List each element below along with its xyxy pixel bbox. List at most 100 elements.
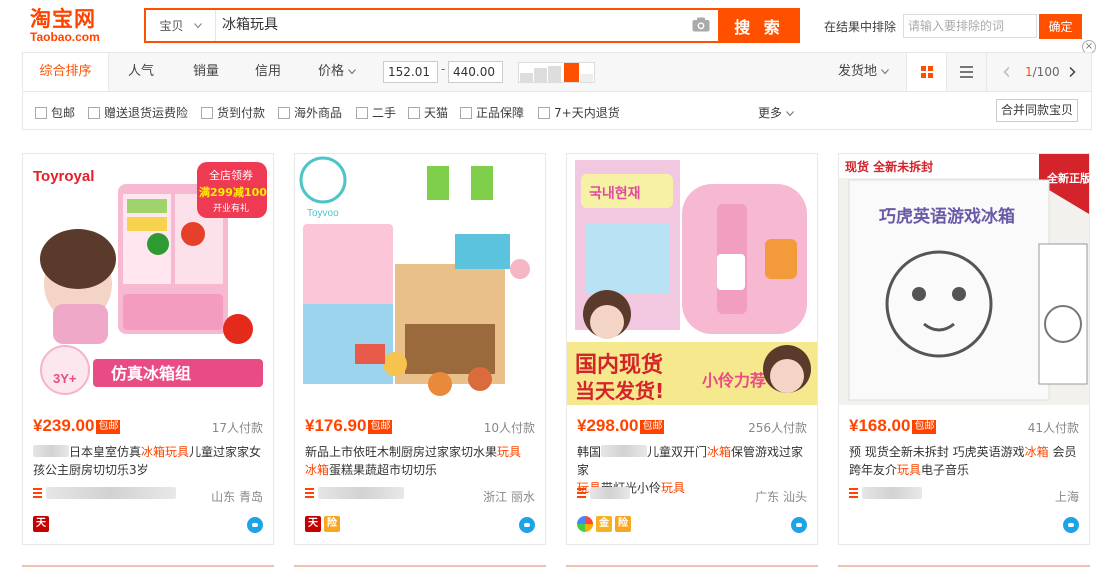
chevron-down-icon xyxy=(193,22,202,28)
gold-icon[interactable]: 金 xyxy=(596,516,612,532)
price: ¥239.00 包邮 xyxy=(33,416,121,436)
next-row-card-edge xyxy=(22,565,274,569)
search-input[interactable]: 冰箱玩具 xyxy=(222,10,278,41)
price-value: ¥298.00 xyxy=(577,416,639,435)
checkbox[interactable] xyxy=(408,106,420,119)
grid-view-button[interactable] xyxy=(906,53,946,91)
chevron-down-icon xyxy=(881,69,890,75)
price-min-input[interactable]: 152.01 xyxy=(383,61,438,83)
blurred-text xyxy=(601,445,648,457)
product-image[interactable]: Toyroyal 全店领券 满299减100 开业有礼 仿真冰箱组 3Y+ xyxy=(23,154,273,405)
shop-link[interactable] xyxy=(849,487,922,499)
filter-7day-return[interactable]: 7+天内退货 xyxy=(538,104,620,121)
shop-link[interactable] xyxy=(33,487,176,499)
product-card[interactable]: Toyroyal 全店领券 满299减100 开业有礼 仿真冰箱组 3Y+ ¥2… xyxy=(22,153,274,545)
image-header: 现货 全新未拆封 xyxy=(845,159,933,174)
checkbox[interactable] xyxy=(538,106,550,119)
product-card[interactable]: 국내현재 国内现货 当天发货! 小伶力荐 ¥298.00 包邮 256人付款 韩国… xyxy=(566,153,818,545)
more-filters[interactable]: 更多 xyxy=(758,104,794,121)
insurance-icon[interactable]: 险 xyxy=(324,516,340,532)
wangwang-chat-icon[interactable] xyxy=(1063,517,1079,533)
sort-popularity[interactable]: 人气 xyxy=(128,53,154,91)
product-image[interactable]: 现货 全新未拆封 全新正版 巧虎英语游戏冰箱 xyxy=(839,154,1089,405)
product-title[interactable]: 日本皇室仿真冰箱玩具儿童过家家女孩公主厨房切切乐3岁 xyxy=(33,443,265,479)
checkbox[interactable] xyxy=(201,106,213,119)
free-shipping-tag: 包邮 xyxy=(912,420,937,434)
brand-icon[interactable] xyxy=(577,516,593,532)
title-part: 儿童双开门 xyxy=(647,445,708,459)
product-title[interactable]: 预 现货全新未拆封 巧虎英语游戏冰箱 会员跨年友介玩具电子音乐 xyxy=(849,443,1081,479)
insurance-icon[interactable]: 险 xyxy=(615,516,631,532)
product-card[interactable]: Toyvoo ¥176.90 包邮 10人付款 新品上市依旺木制厨房过家家切水果玩… xyxy=(294,153,546,545)
location-label: 发货地 xyxy=(838,64,878,79)
filter-overseas[interactable]: 海外商品 xyxy=(278,104,342,121)
promo-sub: 开业有礼 xyxy=(213,202,249,214)
title-part: 电子音乐 xyxy=(921,463,970,477)
product-card[interactable]: 现货 全新未拆封 全新正版 巧虎英语游戏冰箱 ¥168.00 包邮 41人付款 预… xyxy=(838,153,1090,545)
title-highlight: 玩具 xyxy=(497,445,522,459)
filter-secondhand[interactable]: 二手 xyxy=(356,104,396,121)
search-scope-dropdown[interactable]: 宝贝 xyxy=(146,10,216,41)
title-part: 日本皇室仿真 xyxy=(69,445,142,459)
sort-price-label: 价格 xyxy=(318,64,345,79)
price: ¥176.90 包邮 xyxy=(305,416,393,436)
price-range-histogram[interactable] xyxy=(518,62,595,83)
filter-label: 海外商品 xyxy=(294,106,343,120)
title-highlight: 冰箱 xyxy=(305,463,330,477)
image-caption-2: 当天发货! xyxy=(575,379,664,403)
chevron-right-icon[interactable] xyxy=(1069,67,1076,77)
filter-tmall[interactable]: 天猫 xyxy=(408,104,448,121)
product-title[interactable]: 新品上市依旺木制厨房过家家切水果玩具 冰箱蛋糕果蔬超市切切乐 xyxy=(305,443,537,479)
more-label: 更多 xyxy=(758,106,783,120)
filter-return-insurance[interactable]: 赠送退货运费险 xyxy=(88,104,188,121)
taobao-logo[interactable]: 淘宝网 Taobao.com xyxy=(30,8,120,44)
title-part: 韩国 xyxy=(577,445,602,459)
sort-credit[interactable]: 信用 xyxy=(255,53,281,91)
filter-label: 包邮 xyxy=(51,106,76,120)
product-image[interactable]: 국내현재 国内现货 当天发货! 小伶力荐 xyxy=(567,154,817,405)
tmall-icon[interactable]: 天 xyxy=(33,516,49,532)
checkbox[interactable] xyxy=(460,106,472,119)
price-value: ¥176.90 xyxy=(305,416,367,435)
camera-icon[interactable] xyxy=(692,17,710,32)
image-caption: 国内现货 xyxy=(575,352,663,378)
ship-location: 广东 汕头 xyxy=(755,490,807,504)
tmall-icon[interactable]: 天 xyxy=(305,516,321,532)
wangwang-chat-icon[interactable] xyxy=(519,517,535,533)
filter-genuine[interactable]: 正品保障 xyxy=(460,104,524,121)
wangwang-chat-icon[interactable] xyxy=(791,517,807,533)
checkbox[interactable] xyxy=(356,106,368,119)
blurred-shop-name xyxy=(46,487,176,499)
buyer-count: 41人付款 xyxy=(1027,421,1079,435)
checkbox[interactable] xyxy=(35,106,47,119)
free-shipping-tag: 包邮 xyxy=(96,420,121,434)
ship-location: 上海 xyxy=(1054,490,1079,504)
filter-free-shipping[interactable]: 包邮 xyxy=(35,104,75,121)
image-caption: 仿真冰箱组 xyxy=(111,364,191,383)
pager: 1/100 xyxy=(986,53,1093,91)
sort-default[interactable]: 综合排序 xyxy=(23,53,109,91)
sort-sales[interactable]: 销量 xyxy=(193,53,219,91)
product-image[interactable]: Toyvoo xyxy=(295,154,545,405)
title-highlight: 冰箱玩具 xyxy=(141,445,190,459)
logo-en: Taobao.com xyxy=(30,30,100,44)
product-photo: 现货 全新未拆封 全新正版 巧虎英语游戏冰箱 xyxy=(839,154,1089,405)
search-button[interactable]: 搜 索 xyxy=(718,8,800,43)
image-caption: 巧虎英语游戏冰箱 xyxy=(879,206,1015,227)
checkbox[interactable] xyxy=(88,106,100,119)
chevron-left-icon[interactable] xyxy=(1003,67,1010,77)
checkbox[interactable] xyxy=(278,106,290,119)
list-view-button[interactable] xyxy=(946,53,986,91)
sort-price[interactable]: 价格 xyxy=(318,53,357,91)
price-max-input[interactable]: 440.00 xyxy=(448,61,503,83)
wangwang-chat-icon[interactable] xyxy=(247,517,263,533)
location-filter[interactable]: 发货地 xyxy=(838,53,890,91)
filter-cod[interactable]: 货到付款 xyxy=(201,104,265,121)
price-dash: - xyxy=(441,62,446,76)
chevron-down-icon xyxy=(348,69,357,75)
shop-link[interactable] xyxy=(577,487,630,499)
exclude-input[interactable] xyxy=(903,14,1037,38)
shop-link[interactable] xyxy=(305,487,404,499)
confirm-button[interactable]: 确定 xyxy=(1039,14,1082,39)
merge-same-items-button[interactable]: 合并同款宝贝 xyxy=(996,99,1078,122)
